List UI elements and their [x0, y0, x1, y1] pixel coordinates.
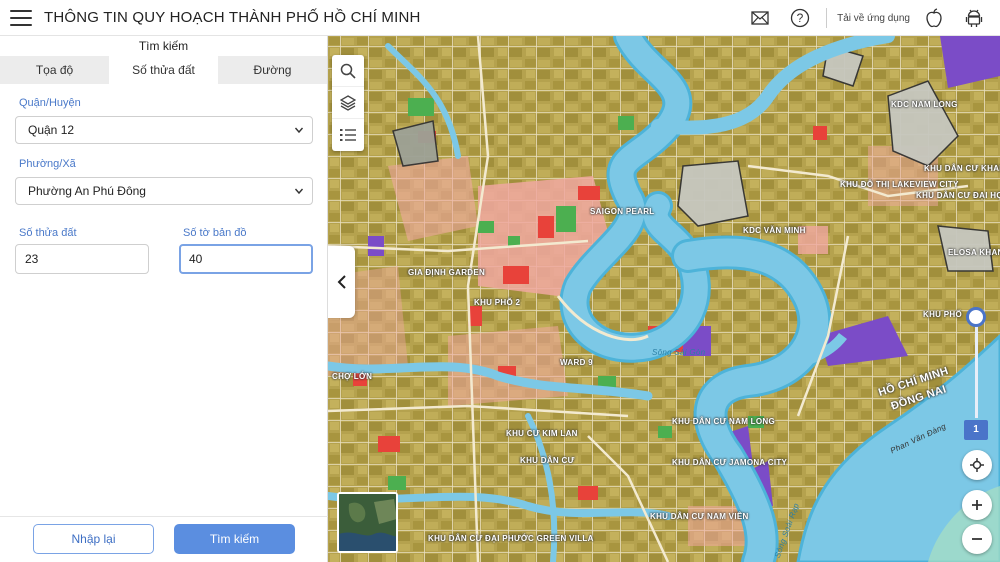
menu-icon[interactable] [10, 9, 32, 26]
map-label: KHU DÂN CƯ JAMONA CITY [672, 458, 788, 467]
opacity-level: 1 [964, 420, 988, 440]
ward-label: Phường/Xã [19, 158, 76, 170]
basemap-satellite-toggle[interactable] [337, 492, 398, 553]
divider [826, 8, 828, 28]
ward-select[interactable]: Phường An Phú Đông [15, 177, 313, 205]
map-label: KHU DÂN CƯ [520, 456, 575, 465]
download-app-label: Tải về ứng dụng [837, 12, 910, 24]
map-label: Sông Sài Gòn [652, 348, 706, 357]
satellite-thumbnail [339, 494, 396, 551]
parcel-number-label: Số thửa đất [19, 227, 77, 239]
map-label: KHU PHỐ 2 [474, 298, 521, 307]
plus-icon [972, 500, 982, 510]
search-panel: Tìm kiếm Tọa độ Số thửa đất Đường Quận/H… [0, 36, 328, 562]
map-sheet-label: Số tờ bản đồ [183, 227, 247, 239]
reset-button[interactable]: Nhập lại [33, 524, 154, 554]
map-toolbar [332, 55, 364, 151]
tab-parcel-number[interactable]: Số thửa đất [109, 56, 218, 84]
search-button[interactable]: Tìm kiếm [174, 524, 295, 554]
map-label: KHU CƯ KIM LAN [506, 429, 578, 438]
district-label: Quận/Huyện [19, 97, 81, 109]
map-label: KDC NAM LONG [891, 100, 958, 109]
legend-list-icon[interactable] [332, 119, 364, 151]
opacity-slider-handle[interactable] [966, 307, 986, 327]
svg-text:?: ? [797, 11, 804, 25]
chevron-down-icon [294, 188, 304, 195]
mail-icon[interactable] [748, 6, 772, 30]
map-sheet-input[interactable]: 40 [179, 244, 313, 274]
map-label: GIA ĐỊNH GARDEN [408, 268, 486, 277]
chevron-left-icon [337, 275, 346, 289]
map-label: ELOSA KHANG ĐIỀN [948, 248, 1000, 257]
map-label: KHU DÂN CƯ KHANG AN [924, 164, 1000, 173]
search-tabs: Tọa độ Số thửa đất Đường [0, 56, 327, 84]
map-label: KDC VĂN MINH [743, 226, 806, 235]
layers-icon[interactable] [332, 87, 364, 119]
help-icon[interactable]: ? [788, 6, 812, 30]
map-label: KHU DÂN CƯ ĐẠI HỌC BÁCH KHOA [916, 191, 1000, 200]
zoom-in-button[interactable] [962, 490, 992, 520]
android-icon[interactable] [962, 6, 986, 30]
minus-icon [972, 538, 982, 540]
tab-coordinates[interactable]: Tọa độ [0, 56, 109, 84]
map-label: KHU DÂN CƯ NAM LONG [672, 417, 775, 426]
map-label: WARD 9 [560, 358, 593, 367]
crosshair-icon [970, 458, 984, 472]
map-label: KHU DÂN CƯ NAM VIÊN [650, 512, 749, 521]
collapse-panel-button[interactable] [328, 246, 355, 318]
map-canvas [328, 36, 1000, 562]
map-label: KHU PHỐ [923, 310, 962, 319]
district-value: Quận 12 [28, 123, 75, 137]
district-select[interactable]: Quận 12 [15, 116, 313, 144]
zoom-out-button[interactable] [962, 524, 992, 554]
map-label: SAIGON PEARL [590, 207, 655, 216]
panel-footer: Nhập lại Tìm kiếm [0, 516, 328, 562]
map-label: KHU ĐÔ THỊ LAKEVIEW CITY [840, 180, 959, 189]
locate-button[interactable] [962, 450, 992, 480]
opacity-slider-track[interactable] [975, 318, 978, 418]
map-label: KHU DÂN CƯ ĐẠI PHƯỚC GREEN VILLA [428, 534, 594, 543]
panel-title: Tìm kiếm [138, 39, 189, 53]
map-label: CHỢ LỚN [332, 372, 373, 381]
tab-street[interactable]: Đường [218, 56, 327, 84]
top-bar-actions: ? Tải về ứng dụng [740, 0, 1000, 36]
search-icon[interactable] [332, 55, 364, 87]
ward-value: Phường An Phú Đông [28, 184, 146, 198]
chevron-down-icon [294, 127, 304, 134]
app-title: THÔNG TIN QUY HOẠCH THÀNH PHỐ HỒ CHÍ MIN… [44, 9, 421, 26]
apple-icon[interactable] [922, 6, 946, 30]
planning-map[interactable]: KHU PHỐ KHU PHỐ 2 SAIGON PEARL KDC VĂN M… [328, 36, 1000, 562]
parcel-number-input[interactable]: 23 [15, 244, 149, 274]
top-bar: THÔNG TIN QUY HOẠCH THÀNH PHỐ HỒ CHÍ MIN… [0, 0, 1000, 36]
